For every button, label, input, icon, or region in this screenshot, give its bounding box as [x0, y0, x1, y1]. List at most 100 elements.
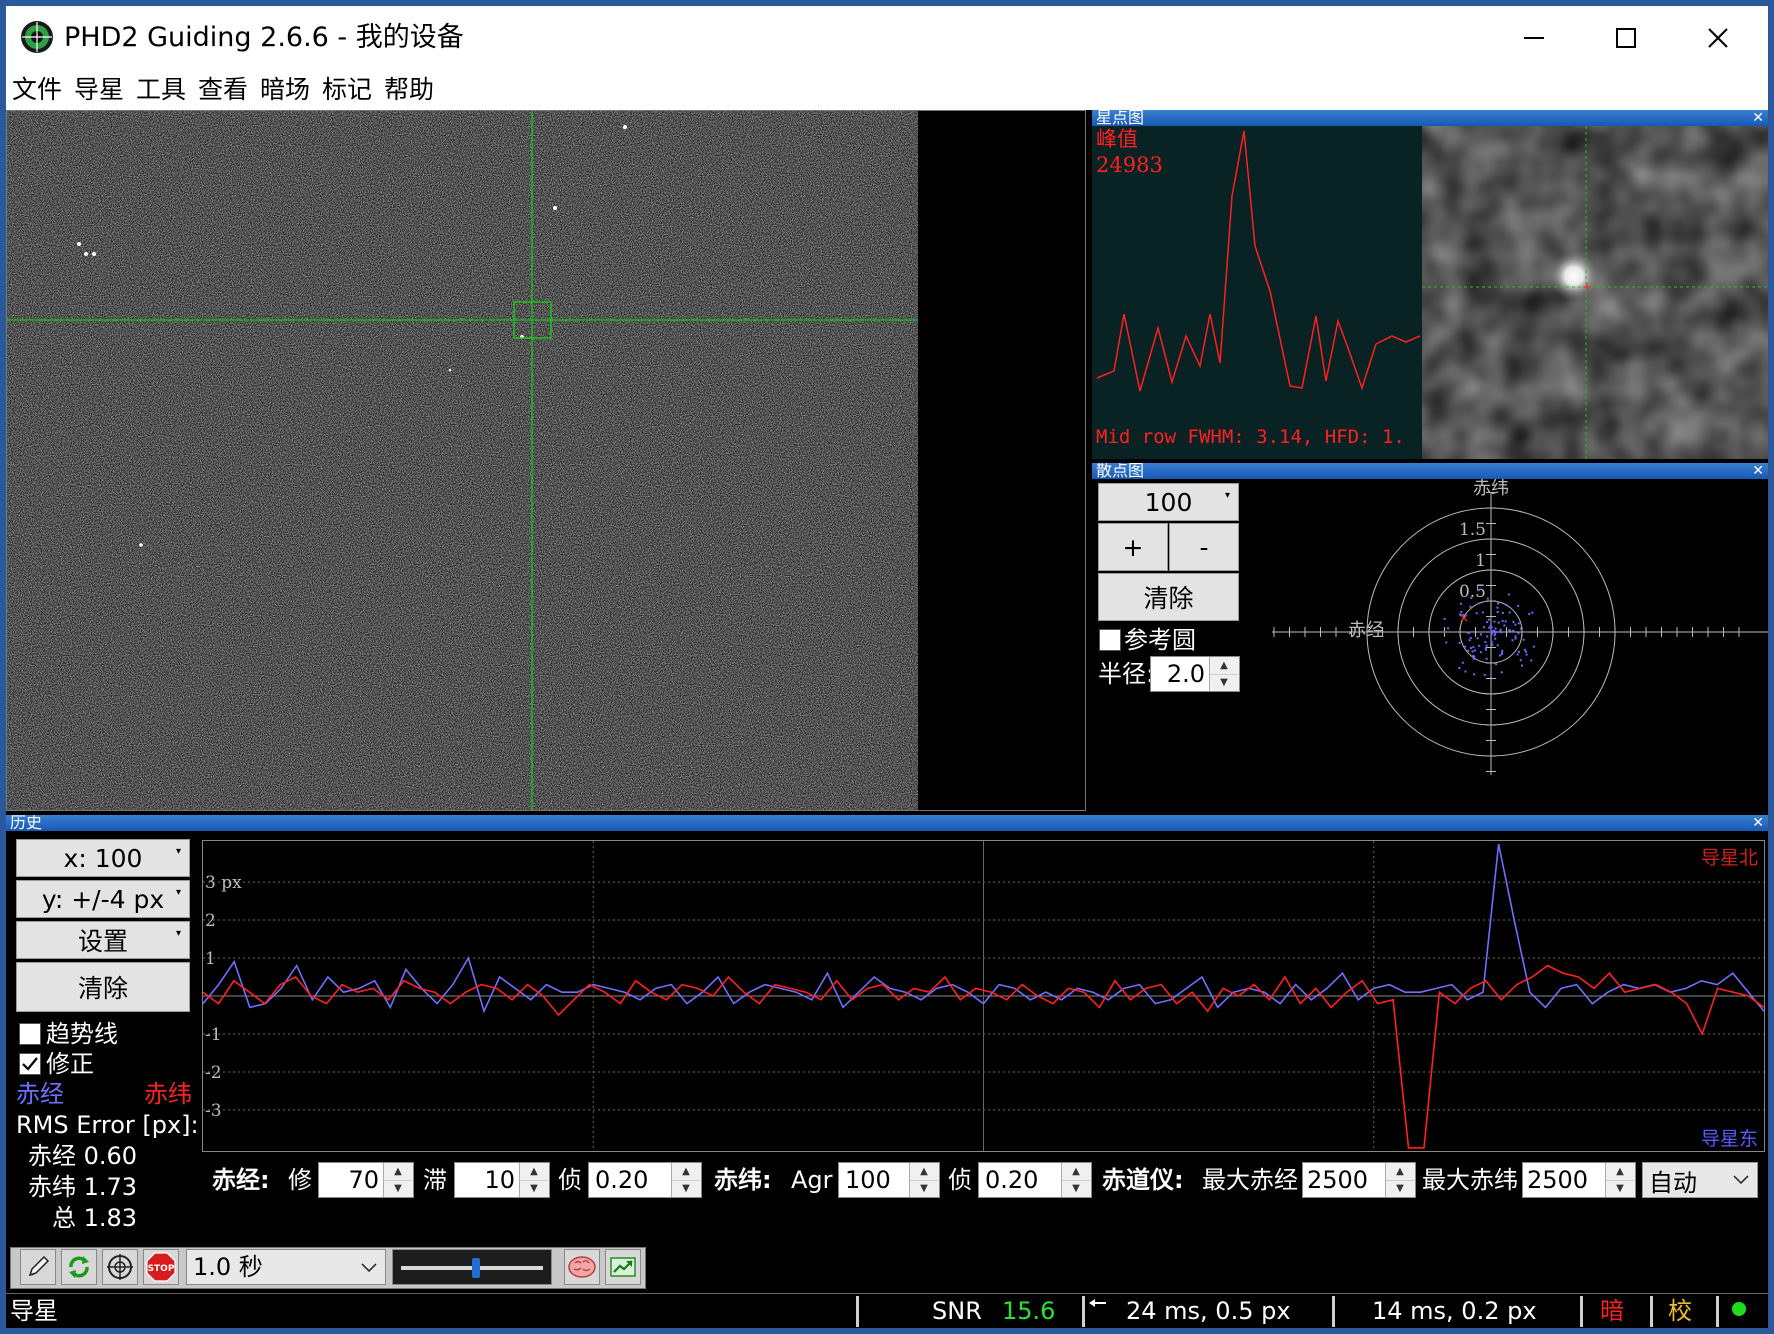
maximize-button[interactable]: [1580, 6, 1672, 70]
menu-view[interactable]: 查看: [198, 70, 248, 110]
history-settings-label: 设置: [77, 927, 128, 956]
correction-checkbox[interactable]: [19, 1053, 41, 1075]
x-scale-value: x: 100: [63, 843, 143, 873]
history-titlebar: 历史 ✕: [6, 815, 1768, 831]
history-settings-dropdown[interactable]: 设置 ▾: [16, 921, 190, 959]
dec-mode-select[interactable]: 自动: [1642, 1162, 1758, 1198]
spin-up-icon[interactable]: ▲: [672, 1163, 700, 1181]
ra-pulse-info: 24 ms, 0.5 px: [1126, 1297, 1291, 1325]
ra-hyst-spinner[interactable]: 10 ▲ ▼: [454, 1162, 550, 1198]
radius-spinner[interactable]: 2.0 ▲ ▼: [1150, 656, 1240, 692]
advanced-guide-button[interactable]: [605, 1249, 641, 1285]
zoom-out-button[interactable]: -: [1169, 523, 1239, 571]
gear-dialog-button[interactable]: [20, 1249, 56, 1285]
brain-button[interactable]: [564, 1249, 600, 1285]
spin-down-icon[interactable]: ▼: [1210, 674, 1238, 691]
svg-text:STOP: STOP: [148, 1264, 175, 1274]
scatter-point: [1494, 637, 1497, 640]
loop-button[interactable]: [61, 1249, 97, 1285]
guide-button[interactable]: [102, 1249, 138, 1285]
chevron-down-icon: [1733, 1175, 1749, 1185]
menu-file[interactable]: 文件: [12, 70, 62, 110]
calibration-status: 校: [1668, 1297, 1692, 1325]
dec-params-label: 赤纬:: [714, 1166, 772, 1194]
spin-up-icon[interactable]: ▲: [1062, 1163, 1090, 1181]
y-scale-dropdown[interactable]: y: +/-4 px ▾: [16, 880, 190, 918]
spin-down-icon[interactable]: ▼: [1062, 1180, 1090, 1197]
spin-up-icon[interactable]: ▲: [910, 1163, 938, 1181]
ring-label-0-5: 0.5: [1459, 582, 1486, 602]
ref-circle-checkbox[interactable]: [1099, 629, 1121, 651]
stop-button[interactable]: STOP: [143, 1249, 179, 1285]
scatter-point: [1490, 626, 1493, 629]
scatter-point: [1493, 634, 1496, 637]
dec-min-spinner[interactable]: 0.20 ▲ ▼: [978, 1162, 1092, 1198]
scatter-point: [1519, 659, 1522, 662]
spin-up-icon[interactable]: ▲: [520, 1163, 548, 1181]
exposure-select[interactable]: 1.0 秒: [186, 1249, 386, 1285]
window-title: PHD2 Guiding 2.6.6 - 我的设备: [64, 22, 464, 53]
camera-frame[interactable]: [7, 111, 918, 810]
close-icon[interactable]: ✕: [1752, 815, 1764, 831]
scatter-point: [1486, 621, 1489, 624]
camera-view[interactable]: [6, 110, 1086, 811]
scatter-point: [1497, 621, 1500, 624]
history-title: 历史: [10, 815, 43, 831]
scatter-point: [1514, 635, 1517, 638]
scatter-point: [1496, 644, 1499, 647]
zoom-in-button[interactable]: +: [1098, 523, 1168, 571]
scatter-point: [1500, 631, 1503, 634]
spin-down-icon[interactable]: ▼: [910, 1180, 938, 1197]
max-dec-spinner[interactable]: 2500 ▲ ▼: [1522, 1162, 1636, 1198]
scatter-clear-button[interactable]: 清除: [1098, 573, 1239, 621]
trendline-checkbox[interactable]: [19, 1023, 41, 1045]
gamma-slider-thumb[interactable]: [471, 1258, 480, 1278]
ref-circle-label: 参考圆: [1124, 626, 1196, 654]
spin-down-icon[interactable]: ▼: [1386, 1180, 1414, 1197]
history-clear-button[interactable]: 清除: [16, 962, 190, 1012]
spin-down-icon[interactable]: ▼: [384, 1180, 412, 1197]
ra-min-spinner[interactable]: 0.20 ▲ ▼: [588, 1162, 702, 1198]
close-button[interactable]: [1672, 6, 1764, 70]
scatter-point: [1499, 629, 1502, 632]
scatter-scale-dropdown[interactable]: 100 ▾: [1098, 483, 1239, 521]
spin-up-icon[interactable]: ▲: [1210, 657, 1238, 675]
spin-up-icon[interactable]: ▲: [384, 1163, 412, 1181]
spin-down-icon[interactable]: ▼: [520, 1180, 548, 1197]
scatter-point: [1469, 647, 1472, 650]
scatter-point: [1498, 654, 1501, 657]
scatter-point: [1514, 637, 1517, 640]
ra-hyst-value: 10: [484, 1166, 515, 1194]
x-scale-dropdown[interactable]: x: 100 ▾: [16, 839, 190, 877]
menu-bookmarks[interactable]: 标记: [322, 70, 372, 110]
menu-help[interactable]: 帮助: [384, 70, 434, 110]
ra-legend: 赤经: [16, 1080, 64, 1108]
menu-darks[interactable]: 暗场: [260, 70, 310, 110]
chevron-down-icon: ▾: [175, 928, 181, 939]
spin-down-icon[interactable]: ▼: [1606, 1180, 1634, 1197]
spin-down-icon[interactable]: ▼: [672, 1180, 700, 1197]
ra-agr-spinner[interactable]: 70 ▲ ▼: [318, 1162, 414, 1198]
ra-hyst-label: 滞: [423, 1166, 447, 1194]
svg-text:×: ×: [1459, 611, 1469, 625]
max-ra-spinner[interactable]: 2500 ▲ ▼: [1302, 1162, 1416, 1198]
arrow-left-icon: [1089, 1299, 1106, 1307]
spin-up-icon[interactable]: ▲: [1386, 1163, 1414, 1181]
dec-agr-spinner[interactable]: 100 ▲ ▼: [838, 1162, 940, 1198]
scatter-point: [1468, 631, 1471, 634]
scatter-plot: 赤纬 赤经 1.5 1 0.5 ×: [1272, 479, 1768, 775]
spin-up-icon[interactable]: ▲: [1606, 1163, 1634, 1181]
scatter-point: [1443, 617, 1446, 620]
history-graph[interactable]: 3 px 2 1 -1 -2 -3 导星北 导星东: [202, 840, 1765, 1152]
minimize-button[interactable]: [1488, 6, 1580, 70]
close-icon[interactable]: ✕: [1752, 463, 1764, 479]
correction-label: 修正: [46, 1050, 94, 1078]
scatter-point: [1496, 611, 1499, 614]
exposure-value: 1.0 秒: [193, 1253, 263, 1281]
close-icon[interactable]: ✕: [1752, 110, 1764, 126]
menu-guide[interactable]: 导星: [74, 70, 124, 110]
gamma-slider[interactable]: [392, 1249, 552, 1285]
loop-icon: [69, 1256, 89, 1278]
ra-min-value: 0.20: [595, 1166, 649, 1194]
menu-tools[interactable]: 工具: [136, 70, 186, 110]
